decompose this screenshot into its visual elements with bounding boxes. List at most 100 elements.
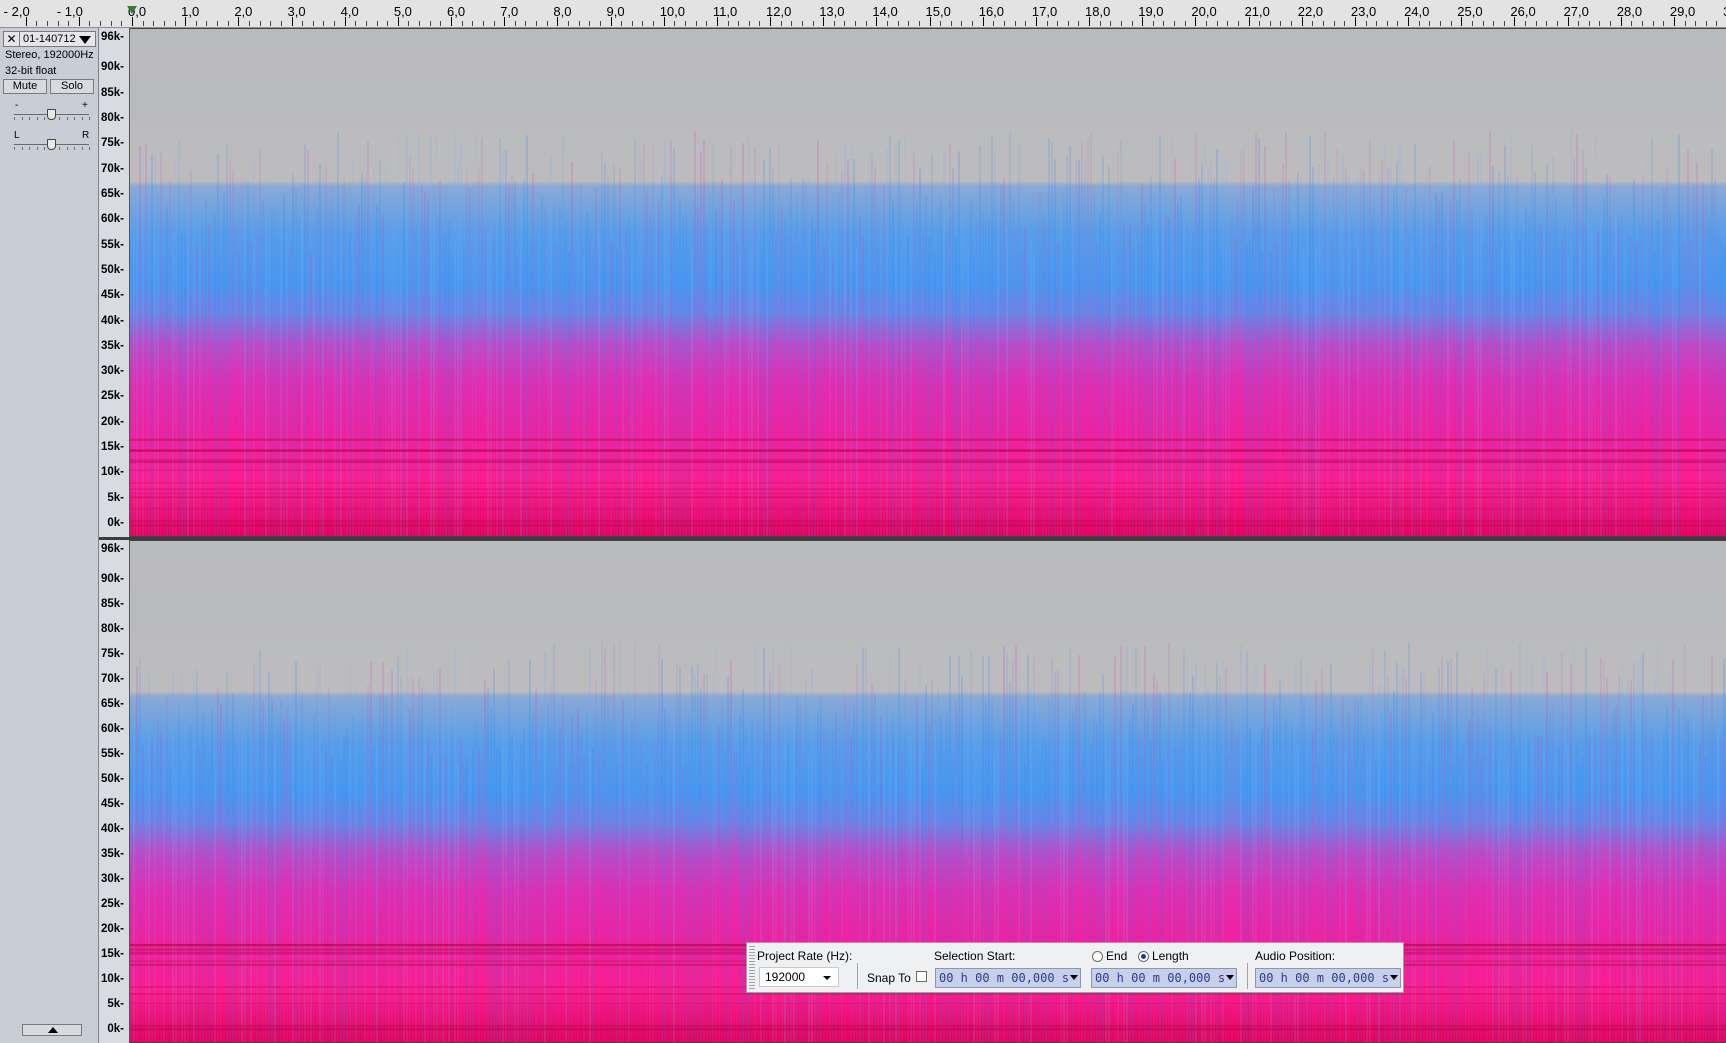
spectrogram-streak [343,738,345,1042]
spectrogram-streak [1162,205,1164,536]
spectrogram-streak [460,142,462,536]
spectrogram-streak [385,166,387,536]
spectrogram-streak [1687,149,1689,536]
chevron-down-icon [1226,975,1234,980]
ruler-minor-tick [727,21,729,26]
project-rate-select[interactable]: 192000 [759,967,839,987]
spectrogram-streak [331,186,333,536]
spectrogram-streak [1009,133,1011,536]
spectrogram-streak [1525,207,1527,536]
length-radio[interactable] [1138,951,1149,962]
spectrogram-streak [667,155,669,536]
spectrogram-streak [301,183,303,536]
selection-toolbar: Project Rate (Hz): 192000 Snap To Select… [746,942,1404,993]
playhead-marker-icon[interactable] [127,6,137,14]
spectrogram-streak [148,168,150,536]
frequency-scale-right-channel[interactable]: 96k- 90k- 85k- 80k- 75k- 70k- 65k- 60k- 55k- 50k-… [99,540,130,1043]
spectrogram-streak [154,737,156,1042]
ruler-minor-tick [365,21,367,26]
spectrogram-streak [301,694,303,1042]
toolbar-separator [857,963,858,989]
collapse-track-button[interactable] [22,1024,82,1036]
selection-start-time[interactable]: 00 h 00 m 00,000 s [935,968,1081,988]
ruler-minor-tick [1099,21,1101,26]
frequency-label: 90k- [100,61,124,74]
track-menu-dropdown-icon[interactable] [79,36,91,44]
spectrogram-streak [388,196,390,536]
ruler-minor-tick [36,21,38,26]
ruler-minor-tick [334,21,336,26]
spectrogram-texture [130,130,1726,536]
ruler-minor-tick [1333,21,1335,26]
spectrogram-streak [826,729,828,1042]
spectrogram-streak [1393,189,1395,536]
spectrogram-streak [1318,164,1320,536]
frequency-label: 65k- [100,698,124,710]
spectrogram-streak [466,165,468,536]
spectrogram-streak [802,761,804,1042]
spectrogram-streak [607,698,609,1042]
spectrogram-streak [1672,660,1674,1042]
spectrogram-streak [406,135,408,536]
spectrogram-left-channel[interactable] [130,28,1726,537]
ruler-minor-tick [514,21,516,26]
spectrogram-streak [1312,731,1314,1042]
spectrogram-streak [430,136,432,536]
spectrogram-streak [1708,724,1710,1042]
gain-minus-label: - [15,100,19,111]
spectrogram-streak [445,755,447,1042]
spectrogram-streak [1351,760,1353,1042]
ruler-minor-tick [493,21,495,26]
spectrogram-streak [349,232,351,536]
ruler-minor-tick [355,21,357,26]
pan-slider-thumb[interactable] [47,139,56,150]
spectrogram-streak [1327,157,1329,536]
spectrogram-streak [316,208,318,536]
ruler-label: - 2,0 [3,4,30,19]
spectrogram-streak [1609,761,1611,1042]
spectrogram-streak [664,708,666,1042]
toolbar-grip[interactable] [749,946,755,989]
gain-plus-label: + [82,100,88,111]
audio-position-time[interactable]: 00 h 00 m 00,000 s [1255,968,1401,988]
ruler-minor-tick [1386,21,1388,26]
track-name[interactable]: 01-140712 [23,33,76,45]
snap-to-checkbox[interactable] [916,971,927,982]
spectrogram-streak [1537,738,1539,1042]
spectrogram-streak [1567,747,1569,1042]
spectrogram-streak [367,685,369,1042]
ruler-label: 9,0 [606,4,625,19]
frequency-label: 60k- [100,723,124,735]
solo-button[interactable]: Solo [50,79,94,94]
frequency-label: 25k- [100,898,124,910]
ruler-minor-tick [217,21,219,26]
spectrogram-streak [943,748,945,1042]
spectrogram-streak [499,747,501,1042]
ruler-minor-tick [206,21,208,26]
ruler-minor-tick [738,21,740,26]
spectrogram-streak [1564,225,1566,536]
spectrogram-streak [1588,739,1590,1042]
spectrogram-streak [1579,765,1581,1042]
frequency-scale-left-channel[interactable]: 96k- 90k- 85k- 80k- 75k- 70k- 65k- 60k- 55k- 50k-… [99,28,130,537]
gain-slider-thumb[interactable] [47,109,56,120]
spectrogram-streak [520,744,522,1042]
close-track-button[interactable]: ✕ [4,32,20,46]
mute-button[interactable]: Mute [3,79,47,94]
spectrogram-streak [1345,749,1347,1042]
spectrogram-band [130,1027,1726,1030]
end-radio[interactable] [1092,951,1103,962]
timeline-ruler[interactable]: - 2,0- 1,0 0,0 1,0 2,0 3,0 4,0 5,0 6,0 7,0 8,0 9,0… [0,0,1726,28]
spectrogram-streak [415,733,417,1042]
spectrogram-streak [1627,678,1629,1042]
spectrogram-streak [1504,145,1506,536]
spectrogram-streak [1327,752,1329,1042]
spectrogram-streak [670,742,672,1042]
spectrogram-streak [463,763,465,1042]
ruler-minor-tick [174,21,176,26]
ruler-minor-tick [1046,21,1048,26]
selection-length-time[interactable]: 00 h 00 m 00,000 s [1091,968,1237,988]
spectrogram-streak [1339,752,1341,1042]
ruler-minor-tick [1365,21,1367,26]
spectrogram-streak [274,210,276,536]
